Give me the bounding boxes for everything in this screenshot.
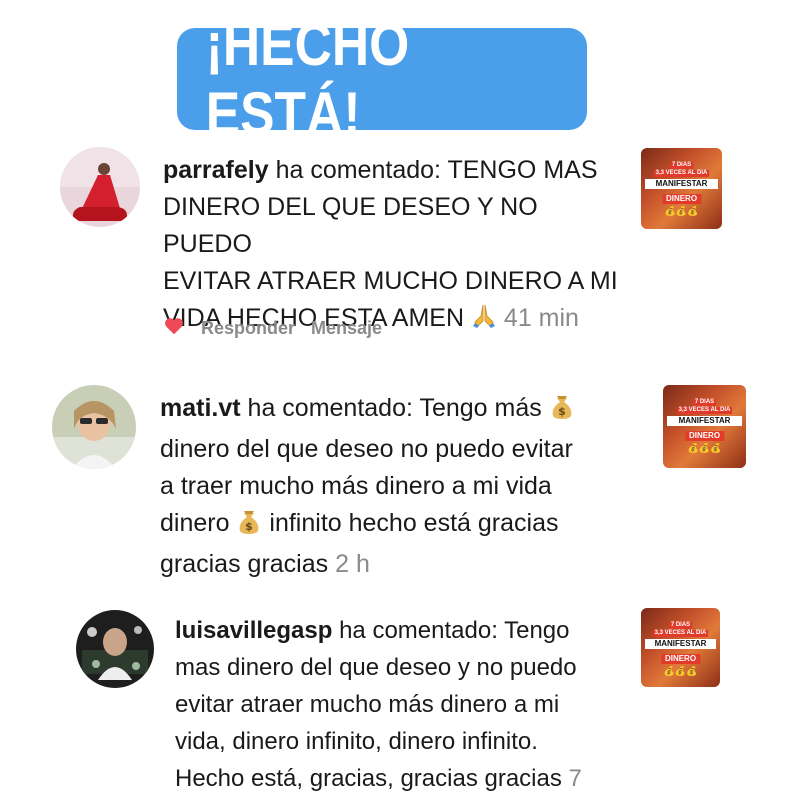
reply-button[interactable]: Responder xyxy=(201,318,295,339)
banner-text: ¡HECHO ESTÁ! xyxy=(205,11,410,147)
timestamp: 7 xyxy=(568,765,582,792)
money-bag-icon: $ xyxy=(549,392,575,431)
comment-parrafely: parrafely ha comentado: TENGO MAS DINERO… xyxy=(163,152,623,339)
username-luisavillegasp[interactable]: luisavillegasp xyxy=(175,617,332,644)
praying-hands-icon xyxy=(471,302,497,339)
timestamp: 2 h xyxy=(335,550,370,578)
post-thumbnail[interactable]: 7 DIAS 3,3 VECES AL DIA MANIFESTAR DINER… xyxy=(663,385,746,468)
comment-actions: Responder Mensaje xyxy=(163,314,382,342)
username-mati-vt[interactable]: mati.vt xyxy=(160,394,241,422)
post-thumbnail[interactable]: 7 DIAS 3,3 VECES AL DIA MANIFESTAR DINER… xyxy=(641,608,720,687)
avatar-mati-vt[interactable] xyxy=(52,385,136,469)
timestamp: 41 min xyxy=(503,304,579,332)
avatar-parrafely[interactable] xyxy=(60,147,140,227)
hecho-esta-banner: ¡HECHO ESTÁ! xyxy=(177,11,587,147)
comment-luisavillegasp: luisavillegasp ha comentado: Tengo mas d… xyxy=(175,617,582,792)
message-button[interactable]: Mensaje xyxy=(311,318,382,339)
username-parrafely[interactable]: parrafely xyxy=(163,156,269,184)
comment-mati-vt: mati.vt ha comentado: Tengo más $ dinero… xyxy=(160,392,575,578)
heart-icon[interactable] xyxy=(163,315,185,342)
svg-text:$: $ xyxy=(558,405,566,418)
avatar-luisavillegasp[interactable] xyxy=(76,610,154,688)
post-thumbnail[interactable]: 7 DIAS 3,3 VECES AL DIA MANIFESTAR DINER… xyxy=(641,148,722,229)
svg-text:$: $ xyxy=(246,520,254,533)
money-bag-icon: $ xyxy=(236,507,262,546)
